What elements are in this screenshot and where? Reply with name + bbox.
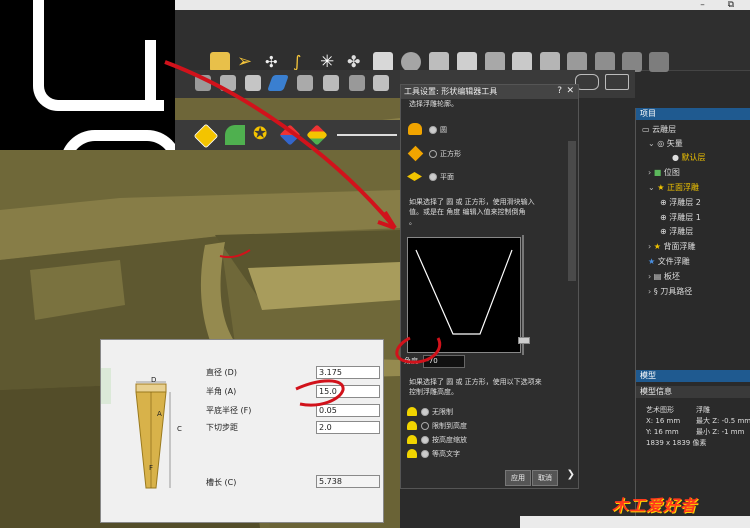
logo-mark: 木工 [612, 496, 647, 515]
annotation-overlay [164, 60, 442, 407]
system-tray [520, 516, 750, 528]
logo-text: 爱好者 [646, 496, 698, 515]
forum-logo: 木工爱好者 [612, 492, 697, 516]
